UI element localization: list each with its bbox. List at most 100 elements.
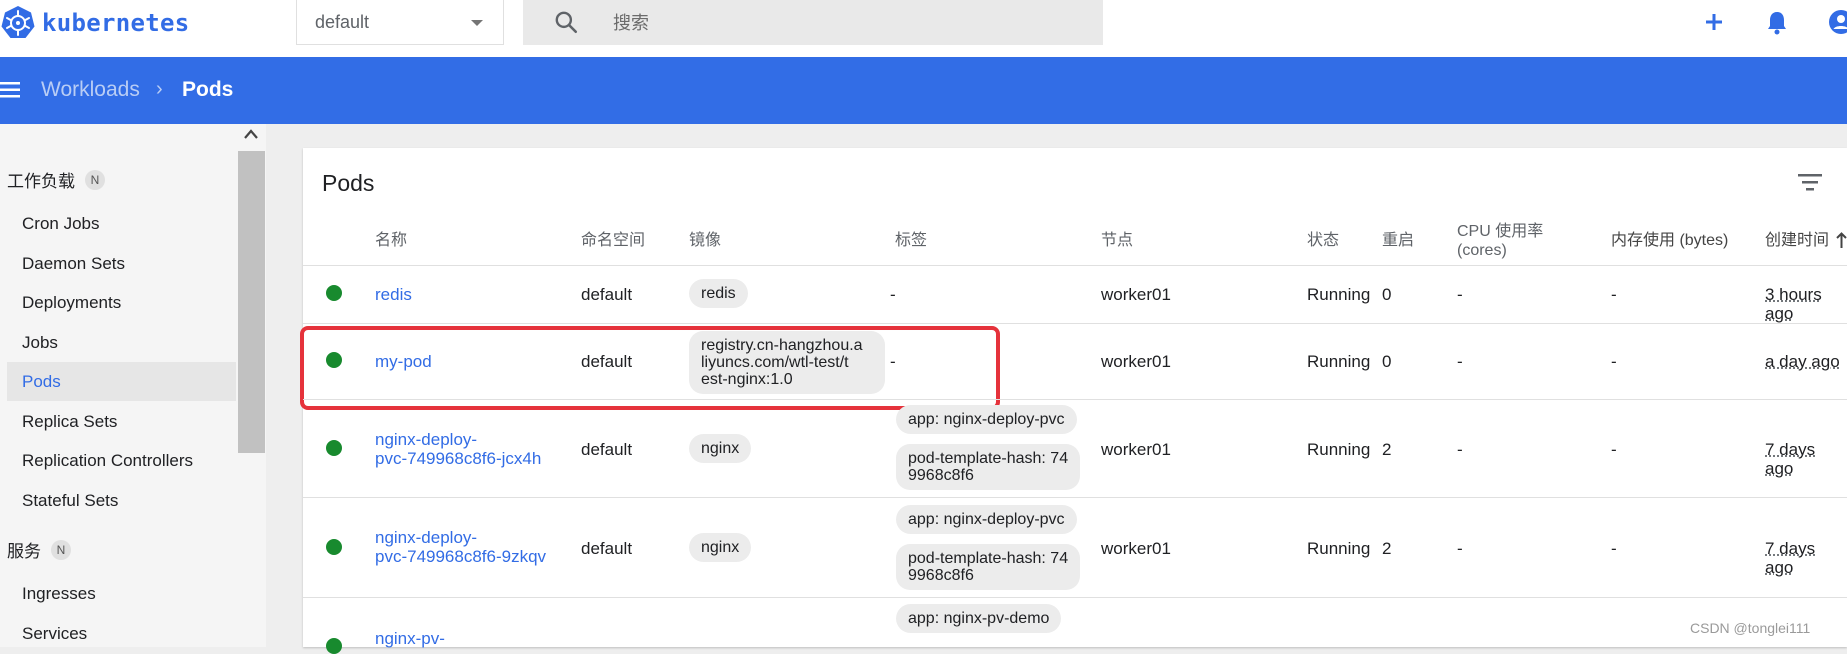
pod-node: worker01 (1101, 539, 1171, 558)
search-icon (553, 9, 579, 35)
pod-cpu: - (1457, 539, 1463, 558)
pod-namespace: default (581, 285, 632, 304)
chevron-down-icon (471, 20, 483, 26)
label-chip: pod-template-hash: 74 9968c8f6 (896, 544, 1080, 590)
label-line: pod-template-hash: 74 (908, 550, 1068, 567)
pod-name-link[interactable]: nginx-deploy- pvc-749968c8f6-jcx4h (375, 430, 541, 468)
column-header-cpu-line1: CPU 使用率 (1457, 223, 1543, 240)
pod-node: worker01 (1101, 440, 1171, 459)
kubernetes-wheel-icon (0, 5, 36, 41)
pod-name-link[interactable]: nginx-deploy- pvc-749968c8f6-9zkqv (375, 528, 546, 566)
image-chip: nginx (689, 434, 751, 463)
sidebar-item-deployments[interactable]: Deployments (22, 293, 121, 313)
label-chip: app: nginx-deploy-pvc (896, 505, 1077, 534)
pod-status: Running (1307, 539, 1370, 558)
sidebar-section-services[interactable]: 服务 N (7, 537, 71, 562)
pod-age[interactable]: 3 hours ago (1765, 285, 1847, 323)
image-chip: nginx (689, 533, 751, 562)
top-bar: kubernetes default (0, 0, 1847, 57)
column-header-labels[interactable]: 标签 (895, 231, 927, 250)
status-ok-icon (326, 440, 342, 456)
pod-node: worker01 (1101, 352, 1171, 371)
row-divider (303, 323, 1847, 324)
sidebar-item-pods[interactable]: Pods (22, 372, 61, 392)
label-line: 9968c8f6 (908, 467, 974, 484)
pod-memory: - (1611, 352, 1617, 371)
label-chip: pod-template-hash: 74 9968c8f6 (896, 444, 1080, 490)
account-icon[interactable] (1827, 8, 1847, 36)
pod-namespace: default (581, 539, 632, 558)
filter-icon[interactable] (1797, 171, 1823, 193)
sidebar-section-label: 服务 (7, 537, 41, 562)
pod-status: Running (1307, 285, 1370, 304)
kubernetes-logo[interactable]: kubernetes (0, 3, 190, 43)
search-input[interactable] (613, 8, 1083, 38)
pod-name-line: nginx-deploy- (375, 430, 477, 449)
pod-status: Running (1307, 440, 1370, 459)
sidebar-item-daemon-sets[interactable]: Daemon Sets (22, 254, 125, 274)
namespace-value: default (315, 12, 369, 33)
pod-age[interactable]: a day ago (1765, 352, 1840, 371)
hamburger-menu-icon[interactable] (0, 80, 20, 100)
sidebar-scrollbar[interactable] (238, 151, 265, 453)
pod-age[interactable]: 7 days ago (1765, 440, 1847, 478)
column-header-image[interactable]: 镜像 (689, 231, 721, 250)
row-divider (303, 497, 1847, 498)
label-line: 9968c8f6 (908, 567, 974, 584)
sidebar-item-cron-jobs[interactable]: Cron Jobs (22, 214, 99, 234)
sidebar-item-ingresses[interactable]: Ingresses (22, 584, 96, 604)
pod-name-link[interactable]: nginx-pv- (375, 629, 445, 648)
column-header-name[interactable]: 名称 (375, 231, 407, 250)
pod-memory: - (1611, 539, 1617, 558)
sidebar-section-workloads[interactable]: 工作负载 N (7, 167, 105, 192)
scroll-up-arrow-icon[interactable] (243, 128, 259, 140)
image-chip: redis (689, 279, 748, 308)
column-header-cpu[interactable]: CPU 使用率 (cores) (1457, 222, 1543, 260)
pod-memory: - (1611, 440, 1617, 459)
sidebar-item-stateful-sets[interactable]: Stateful Sets (22, 491, 118, 511)
column-header-namespace[interactable]: 命名空间 (581, 231, 645, 250)
column-header-created[interactable]: 创建时间 (1765, 231, 1829, 250)
namespaced-badge: N (85, 170, 105, 190)
search-bar[interactable] (523, 0, 1103, 45)
sidebar-section-label: 工作负载 (7, 167, 75, 192)
column-header-node[interactable]: 节点 (1101, 231, 1133, 250)
bell-icon[interactable] (1763, 8, 1791, 36)
pod-name-line: pvc-749968c8f6-jcx4h (375, 449, 541, 468)
pod-age[interactable]: 7 days ago (1765, 539, 1847, 577)
pod-name-line: nginx-deploy- (375, 528, 477, 547)
pod-labels: - (890, 285, 896, 304)
namespace-select[interactable]: default (296, 0, 504, 45)
sort-arrow-up-icon[interactable] (1836, 232, 1847, 248)
pod-status: Running (1307, 352, 1370, 371)
pod-cpu: - (1457, 285, 1463, 304)
column-header-cpu-line2: (cores) (1457, 242, 1507, 259)
status-ok-icon (326, 638, 342, 654)
sidebar-item-replica-sets[interactable]: Replica Sets (22, 412, 117, 432)
pod-name-link[interactable]: redis (375, 285, 412, 304)
row-divider (303, 399, 1847, 400)
status-ok-icon (326, 539, 342, 555)
pod-node: worker01 (1101, 285, 1171, 304)
pod-restarts: 0 (1382, 352, 1391, 371)
pod-cpu: - (1457, 352, 1463, 371)
watermark: CSDN @tonglei111 (1690, 620, 1810, 636)
breadcrumb-workloads[interactable]: Workloads (41, 78, 140, 102)
sidebar-item-jobs[interactable]: Jobs (22, 333, 58, 353)
namespaced-badge: N (51, 540, 71, 560)
logo-text: kubernetes (42, 9, 190, 37)
breadcrumb-chevron-icon: › (156, 78, 163, 101)
breadcrumb-current: Pods (182, 78, 233, 102)
sidebar-item-services[interactable]: Services (22, 624, 87, 644)
pod-cpu: - (1457, 440, 1463, 459)
label-chip: app: nginx-deploy-pvc (896, 405, 1077, 434)
column-header-restarts[interactable]: 重启 (1382, 231, 1414, 250)
pod-restarts: 2 (1382, 539, 1391, 558)
plus-icon[interactable] (1700, 8, 1728, 36)
sidebar-item-replication-controllers[interactable]: Replication Controllers (22, 451, 193, 471)
row-divider (303, 597, 1847, 598)
column-header-status[interactable]: 状态 (1307, 231, 1339, 250)
breadcrumb-bar: Workloads › Pods (0, 57, 1847, 124)
header-divider (303, 265, 1847, 266)
column-header-memory[interactable]: 内存使用 (bytes) (1611, 231, 1728, 250)
